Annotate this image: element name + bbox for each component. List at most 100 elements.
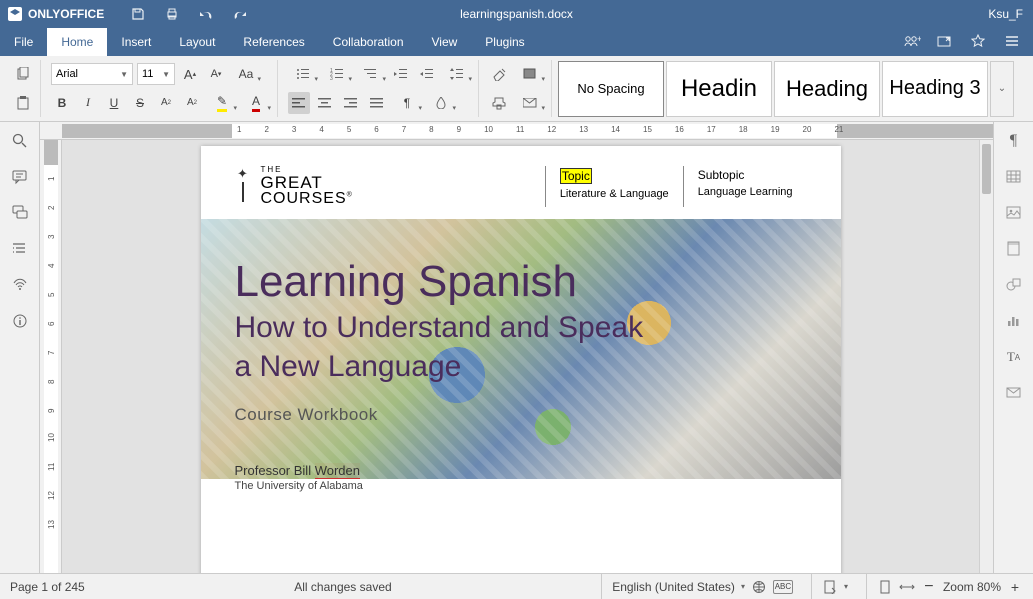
right-panel: ¶ TA xyxy=(993,122,1033,573)
open-location-icon[interactable] xyxy=(937,34,953,50)
topic-label: Topic xyxy=(560,168,592,184)
toolbar: Arial▼ 11▼ A▴ A▾ Aa▾ B I U S A2 A2 ✎▾ A▾… xyxy=(0,56,1033,122)
style-heading3[interactable]: Heading 3 xyxy=(882,61,988,117)
align-center-icon[interactable] xyxy=(314,92,336,114)
menu-layout[interactable]: Layout xyxy=(165,28,229,56)
shading-icon[interactable]: ▾ xyxy=(426,92,456,114)
app-logo-icon xyxy=(8,7,22,21)
increase-indent-icon[interactable] xyxy=(416,63,438,85)
style-no-spacing[interactable]: No Spacing xyxy=(558,61,664,117)
fit-width-icon[interactable] xyxy=(899,579,915,595)
decrease-indent-icon[interactable] xyxy=(390,63,412,85)
status-language[interactable]: English (United States) xyxy=(612,580,735,594)
shape-settings-icon[interactable] xyxy=(1005,276,1023,294)
superscript-icon[interactable]: A2 xyxy=(155,92,177,114)
fit-page-icon[interactable] xyxy=(877,579,893,595)
style-gallery-expand[interactable]: ⌄ xyxy=(990,61,1014,117)
comments-icon[interactable] xyxy=(11,168,29,186)
mail-merge-settings-icon[interactable] xyxy=(1005,384,1023,402)
menu-collaboration[interactable]: Collaboration xyxy=(319,28,418,56)
zoom-out-icon[interactable]: − xyxy=(921,579,937,595)
subtopic-label: Subtopic xyxy=(698,168,793,182)
chart-settings-icon[interactable] xyxy=(1005,312,1023,330)
number-list-icon[interactable]: 123▾ xyxy=(322,63,352,85)
highlight-color-icon[interactable]: ✎▾ xyxy=(207,92,237,114)
doc-title: Learning Spanish xyxy=(235,259,807,305)
about-icon[interactable] xyxy=(11,312,29,330)
doc-university: The University of Alabama xyxy=(235,480,807,492)
paragraph-settings-icon[interactable]: ¶ xyxy=(1005,132,1023,150)
undo-icon[interactable] xyxy=(198,6,214,22)
status-zoom[interactable]: Zoom 80% xyxy=(943,580,1001,594)
feedback-icon[interactable] xyxy=(11,276,29,294)
menu-references[interactable]: References xyxy=(229,28,318,56)
save-icon[interactable] xyxy=(130,6,146,22)
set-document-language-icon[interactable] xyxy=(751,579,767,595)
vertical-scrollbar[interactable] xyxy=(979,140,993,573)
table-settings-icon[interactable] xyxy=(1005,168,1023,186)
chat-icon[interactable] xyxy=(11,204,29,222)
paste-icon[interactable] xyxy=(12,92,34,114)
horizontal-ruler[interactable]: 123456789101112131415161718192021 xyxy=(40,122,993,140)
spellcheck-icon[interactable]: ABC xyxy=(773,580,793,594)
document-area: 123456789101112131415161718192021 123456… xyxy=(40,122,993,573)
insert-shape-icon[interactable]: ▾ xyxy=(515,63,545,85)
header-footer-icon[interactable] xyxy=(1005,240,1023,258)
multilevel-list-icon[interactable]: ▾ xyxy=(356,63,386,85)
align-left-icon[interactable] xyxy=(288,92,310,114)
align-right-icon[interactable] xyxy=(340,92,362,114)
menu-home[interactable]: Home xyxy=(47,28,107,56)
topic-column: Topic Literature & Language xyxy=(545,166,683,207)
line-spacing-icon[interactable]: ▾ xyxy=(442,63,472,85)
nonprinting-icon[interactable]: ¶▾ xyxy=(392,92,422,114)
vertical-ruler[interactable]: 12345678910111213 xyxy=(40,140,62,573)
user-name[interactable]: Ksu_F xyxy=(988,7,1033,21)
menubar: File Home Insert Layout References Colla… xyxy=(0,28,1033,56)
zoom-in-icon[interactable]: + xyxy=(1007,579,1023,595)
decrease-font-icon[interactable]: A▾ xyxy=(205,63,227,85)
font-size-select[interactable]: 11▼ xyxy=(137,63,175,85)
track-changes-icon[interactable] xyxy=(822,579,838,595)
great-courses-logo: ✦ THE GREAT COURSES® xyxy=(235,166,353,207)
style-heading1[interactable]: Headin xyxy=(666,61,772,117)
font-name-select[interactable]: Arial▼ xyxy=(51,63,133,85)
app-logo: ONLYOFFICE xyxy=(8,7,104,21)
clear-style-icon[interactable] xyxy=(489,63,511,85)
search-icon[interactable] xyxy=(11,132,29,150)
bold-icon[interactable]: B xyxy=(51,92,73,114)
share-icon[interactable]: + xyxy=(903,34,919,50)
strikethrough-icon[interactable]: S xyxy=(129,92,151,114)
print-icon[interactable] xyxy=(164,6,180,22)
textart-settings-icon[interactable]: TA xyxy=(1005,348,1023,366)
status-page[interactable]: Page 1 of 245 xyxy=(10,580,85,594)
copy-icon[interactable] xyxy=(12,63,34,85)
mailmerge-icon[interactable]: ▾ xyxy=(515,92,545,114)
change-case-icon[interactable]: Aa▾ xyxy=(231,63,261,85)
hamburger-icon[interactable] xyxy=(1005,34,1021,50)
redo-icon[interactable] xyxy=(232,6,248,22)
copy-style-icon[interactable] xyxy=(489,92,511,114)
doc-subtitle-2: a New Language xyxy=(235,350,807,383)
navigation-icon[interactable] xyxy=(11,240,29,258)
menu-plugins[interactable]: Plugins xyxy=(471,28,538,56)
bullet-list-icon[interactable]: ▾ xyxy=(288,63,318,85)
document-page[interactable]: ✦ THE GREAT COURSES® Topic Literature & … xyxy=(201,146,841,573)
menu-file[interactable]: File xyxy=(0,28,47,56)
increase-font-icon[interactable]: A▴ xyxy=(179,63,201,85)
image-settings-icon[interactable] xyxy=(1005,204,1023,222)
font-color-icon[interactable]: A▾ xyxy=(241,92,271,114)
svg-text:+: + xyxy=(917,34,921,44)
subscript-icon[interactable]: A2 xyxy=(181,92,203,114)
menu-view[interactable]: View xyxy=(418,28,472,56)
topic-value: Literature & Language xyxy=(560,188,669,200)
underline-icon[interactable]: U xyxy=(103,92,125,114)
titlebar: ONLYOFFICE learningspanish.docx Ksu_F xyxy=(0,0,1033,28)
menu-insert[interactable]: Insert xyxy=(107,28,165,56)
workspace: 123456789101112131415161718192021 123456… xyxy=(0,122,1033,573)
style-heading2[interactable]: Heading xyxy=(774,61,880,117)
italic-icon[interactable]: I xyxy=(77,92,99,114)
favorite-icon[interactable] xyxy=(971,34,987,50)
align-justify-icon[interactable] xyxy=(366,92,388,114)
document-title: learningspanish.docx xyxy=(460,7,573,21)
doc-subtitle-1: How to Understand and Speak xyxy=(235,311,807,344)
